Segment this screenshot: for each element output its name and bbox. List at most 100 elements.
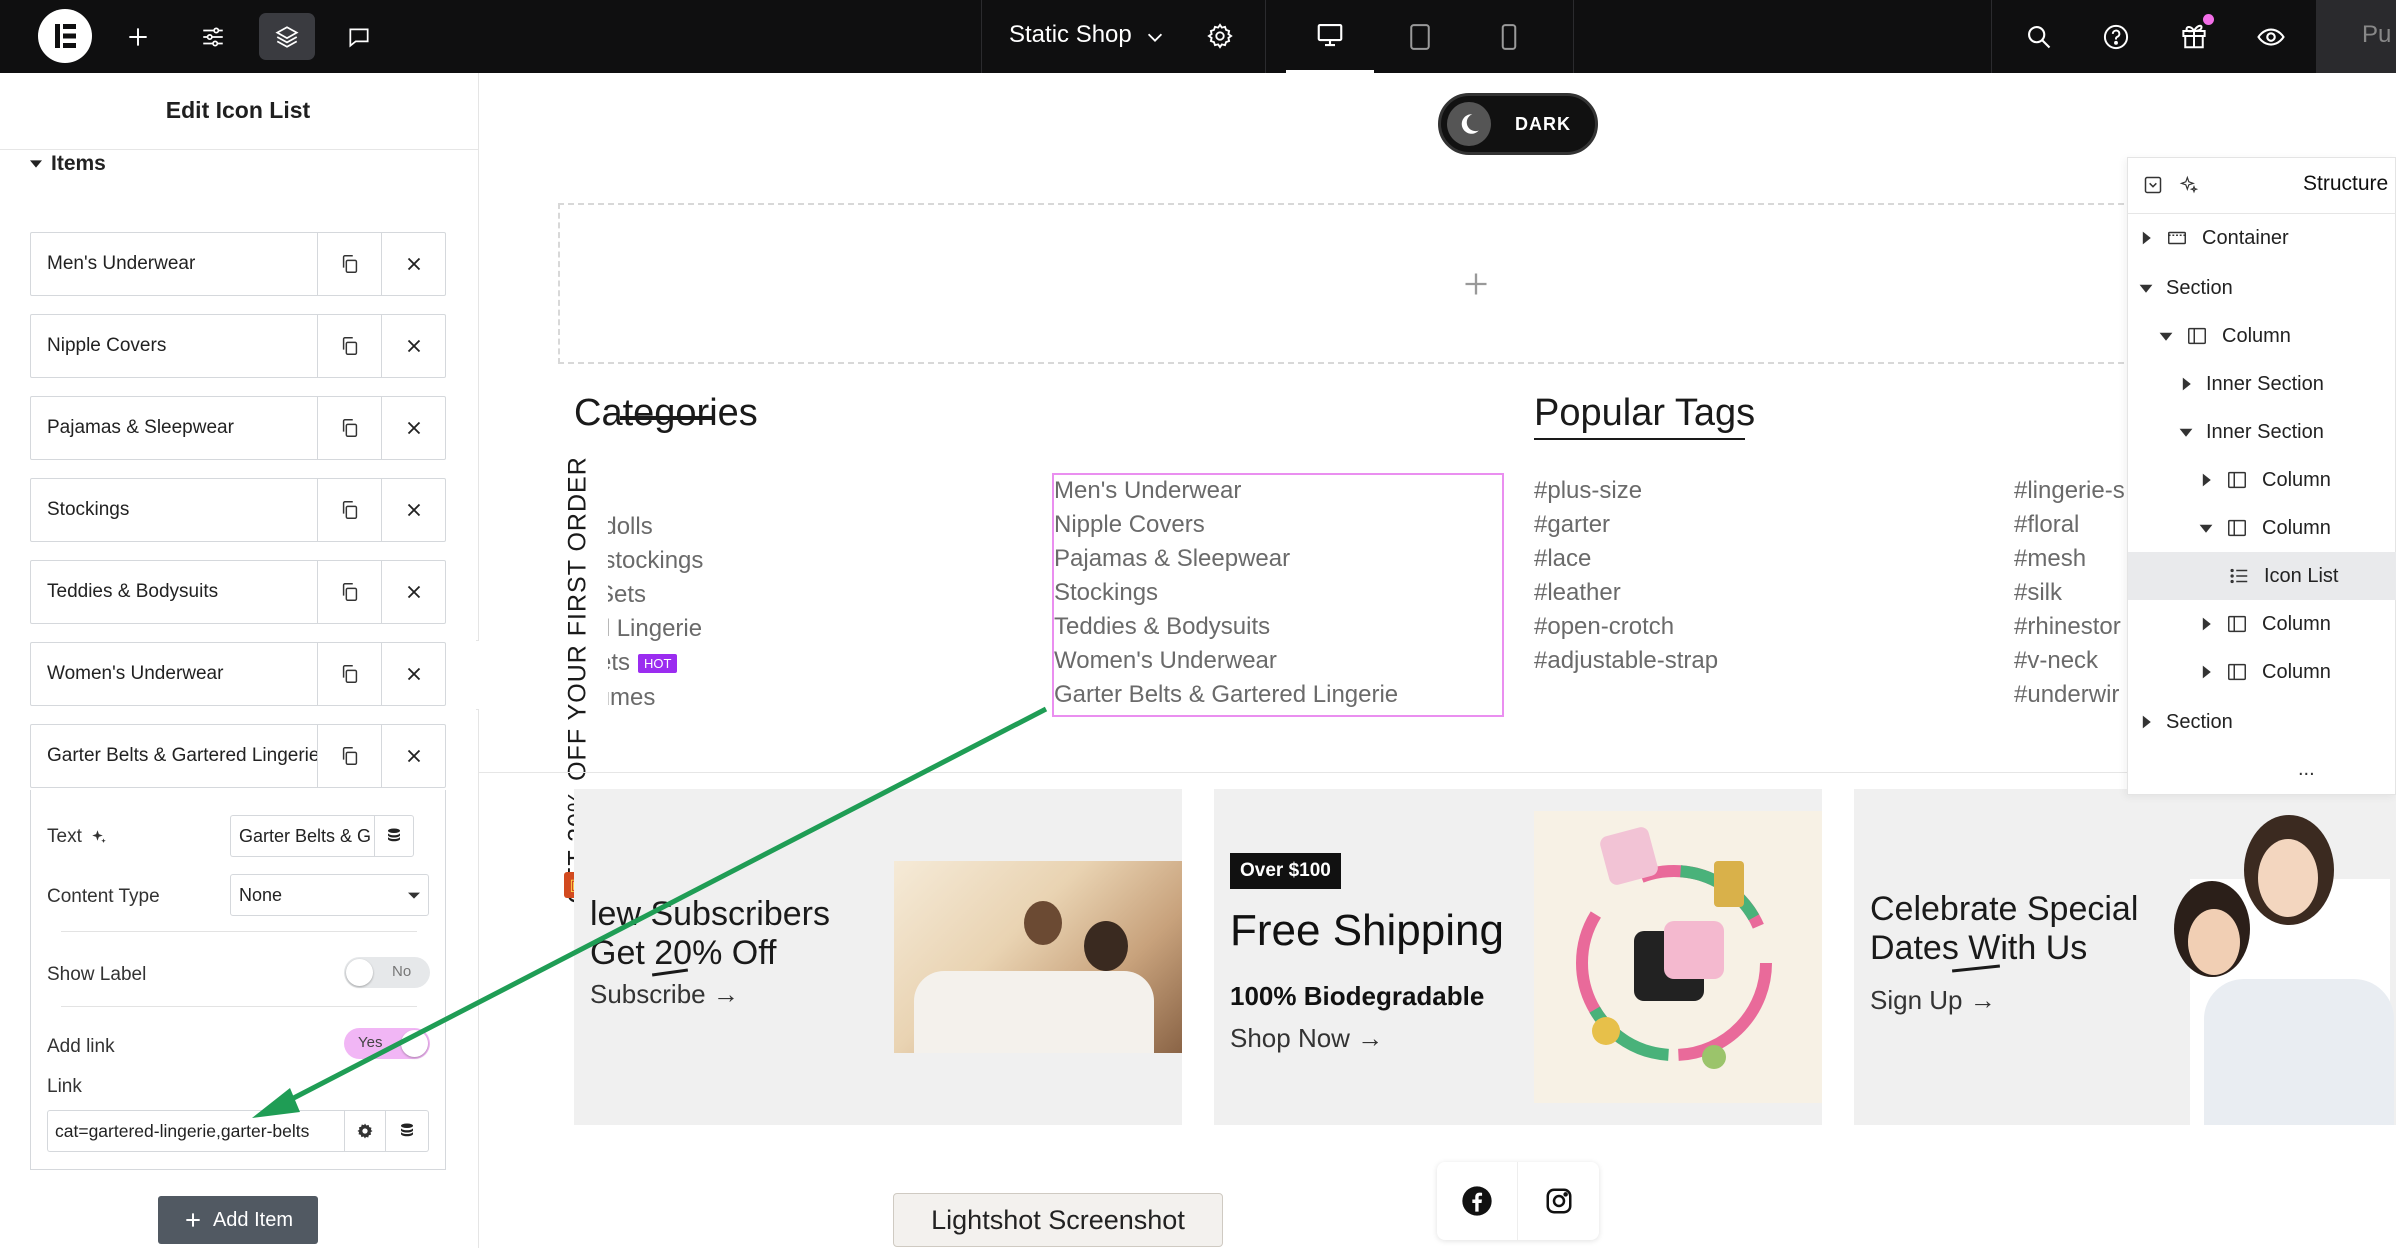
structure-row[interactable]: Inner Section — [2128, 408, 2396, 456]
card-subtitle: 100% Biodegradable — [1230, 981, 1485, 1011]
structure-row[interactable]: Column — [2128, 648, 2396, 696]
promo-card-shipping[interactable]: Over $100 Free Shipping 100% Biodegradab… — [1214, 789, 1822, 1125]
structure-row[interactable]: Column — [2128, 312, 2396, 360]
tablet-icon[interactable] — [1376, 0, 1464, 73]
list-item[interactable]: dystockings — [578, 544, 878, 578]
repeater-item[interactable]: Teddies & Bodysuits — [30, 560, 446, 624]
repeater-item-label[interactable]: Pajamas & Sleepwear — [31, 417, 317, 439]
structure-row[interactable]: Section — [2128, 264, 2396, 312]
list-item[interactable]: #plus-size — [1534, 474, 1954, 508]
list-item[interactable]: #lace — [1534, 542, 1954, 576]
structure-row[interactable]: Column — [2128, 600, 2396, 648]
list-item[interactable]: #mesh — [2014, 542, 2124, 576]
subscribe-link[interactable]: Subscribe → — [590, 979, 739, 1010]
chevron-down-icon[interactable] — [1140, 22, 1170, 52]
site-name[interactable]: Static Shop — [1009, 21, 1132, 49]
structure-row[interactable]: Section — [2128, 698, 2396, 746]
promo-card-celebrate[interactable]: Celebrate Special Dates With Us Sign Up … — [1854, 789, 2396, 1125]
dark-mode-toggle[interactable]: DARK — [1438, 93, 1598, 155]
repeater-item[interactable]: Nipple Covers — [30, 314, 446, 378]
close-icon[interactable] — [381, 233, 445, 295]
list-item[interactable]: #garter — [1534, 508, 1954, 542]
layers-icon[interactable] — [259, 13, 315, 60]
repeater-item[interactable]: Stockings — [30, 478, 446, 542]
promo-card-subscribers[interactable]: lew Subscribers Get 20% Off Subscribe → — [574, 789, 1182, 1125]
list-item[interactable]: dal Lingerie — [578, 612, 878, 646]
content-type-select[interactable]: None — [230, 874, 429, 916]
mobile-icon[interactable] — [1465, 0, 1553, 73]
repeater-item[interactable]: Men's Underwear — [30, 232, 446, 296]
list-item[interactable]: #rhinestor — [2014, 610, 2124, 644]
list-item[interactable]: #underwir — [2014, 678, 2124, 712]
list-item[interactable]: #lingerie-s — [2014, 474, 2124, 508]
structure-row[interactable]: Column — [2128, 456, 2396, 504]
items-section-toggle[interactable]: Items — [30, 152, 230, 176]
link-options-gear-icon[interactable] — [344, 1110, 386, 1152]
repeater-item[interactable]: Women's Underwear — [30, 642, 446, 706]
gear-icon[interactable] — [1202, 18, 1238, 54]
shop-now-link[interactable]: Shop Now → — [1230, 1023, 1383, 1054]
instagram-icon[interactable] — [1518, 1162, 1599, 1240]
add-icon[interactable] — [110, 13, 166, 60]
repeater-item[interactable]: Garter Belts & Gartered Lingerie — [30, 724, 446, 788]
list-item[interactable]: #floral — [2014, 508, 2124, 542]
link-dynamic-tags-icon[interactable] — [385, 1110, 429, 1152]
publish-button[interactable]: Pu — [2316, 0, 2396, 73]
structure-row[interactable]: Column — [2128, 504, 2396, 552]
duplicate-icon[interactable] — [317, 315, 381, 377]
structure-row[interactable]: Container — [2128, 214, 2396, 262]
list-item[interactable]: #v-neck — [2014, 644, 2124, 678]
duplicate-icon[interactable] — [317, 479, 381, 541]
link-input[interactable]: cat=gartered-lingerie,garter-belts — [47, 1110, 347, 1152]
repeater-item[interactable]: Pajamas & Sleepwear — [30, 396, 446, 460]
list-item[interactable]: stumes — [578, 681, 878, 715]
eye-icon[interactable] — [2250, 18, 2292, 56]
help-icon[interactable] — [2097, 18, 2135, 56]
duplicate-icon[interactable] — [317, 725, 381, 787]
dynamic-tags-icon[interactable] — [374, 815, 414, 857]
list-item[interactable]: #leather — [1534, 576, 1954, 610]
repeater-item-label[interactable]: Stockings — [31, 499, 317, 521]
list-item[interactable]: #silk — [2014, 576, 2124, 610]
repeater-item-label[interactable]: Teddies & Bodysuits — [31, 581, 317, 603]
list-item[interactable]: bydolls — [578, 510, 878, 544]
repeater-item-label[interactable]: Garter Belts & Gartered Lingerie — [31, 745, 317, 767]
close-icon[interactable] — [381, 725, 445, 787]
search-icon[interactable] — [2020, 18, 2058, 56]
structure-row[interactable]: Icon List — [2128, 552, 2396, 600]
duplicate-icon[interactable] — [317, 397, 381, 459]
close-icon[interactable] — [381, 643, 445, 705]
more-icon[interactable]: ... — [2298, 758, 2315, 781]
list-item[interactable]: rsetsHOT — [578, 646, 878, 681]
comments-icon[interactable] — [331, 13, 387, 60]
list-item[interactable]: #open-crotch — [1534, 610, 1954, 644]
gift-icon[interactable] — [2173, 14, 2215, 56]
desktop-icon[interactable] — [1286, 0, 1374, 73]
structure-row[interactable]: Inner Section — [2128, 360, 2396, 408]
duplicate-icon[interactable] — [317, 233, 381, 295]
repeater-item-label[interactable]: Women's Underwear — [31, 663, 317, 685]
duplicate-icon[interactable] — [317, 561, 381, 623]
repeater-item-label[interactable]: Nipple Covers — [31, 335, 317, 357]
empty-drop-zone[interactable] — [558, 203, 2394, 364]
ai-sparkle-icon[interactable] — [2174, 170, 2204, 200]
list-item[interactable]: a Sets — [578, 578, 878, 612]
show-label-toggle[interactable]: No — [344, 957, 430, 988]
repeater-item-label[interactable]: Men's Underwear — [31, 253, 317, 275]
close-icon[interactable] — [381, 397, 445, 459]
close-icon[interactable] — [381, 561, 445, 623]
caret-right-icon — [2202, 617, 2211, 631]
settings-sliders-icon[interactable] — [185, 13, 241, 60]
add-link-toggle[interactable]: Yes — [344, 1028, 430, 1059]
facebook-icon[interactable] — [1437, 1162, 1518, 1240]
duplicate-icon[interactable] — [317, 643, 381, 705]
list-item[interactable]: #adjustable-strap — [1534, 644, 1954, 678]
caret-down-icon — [2159, 332, 2173, 341]
sign-up-link[interactable]: Sign Up → — [1870, 985, 1996, 1016]
close-icon[interactable] — [381, 479, 445, 541]
elementor-logo-icon[interactable] — [36, 7, 94, 65]
caret-right-icon — [2202, 665, 2211, 679]
add-item-button[interactable]: Add Item — [158, 1196, 318, 1244]
collapse-panel-icon[interactable] — [2138, 170, 2168, 200]
close-icon[interactable] — [381, 315, 445, 377]
